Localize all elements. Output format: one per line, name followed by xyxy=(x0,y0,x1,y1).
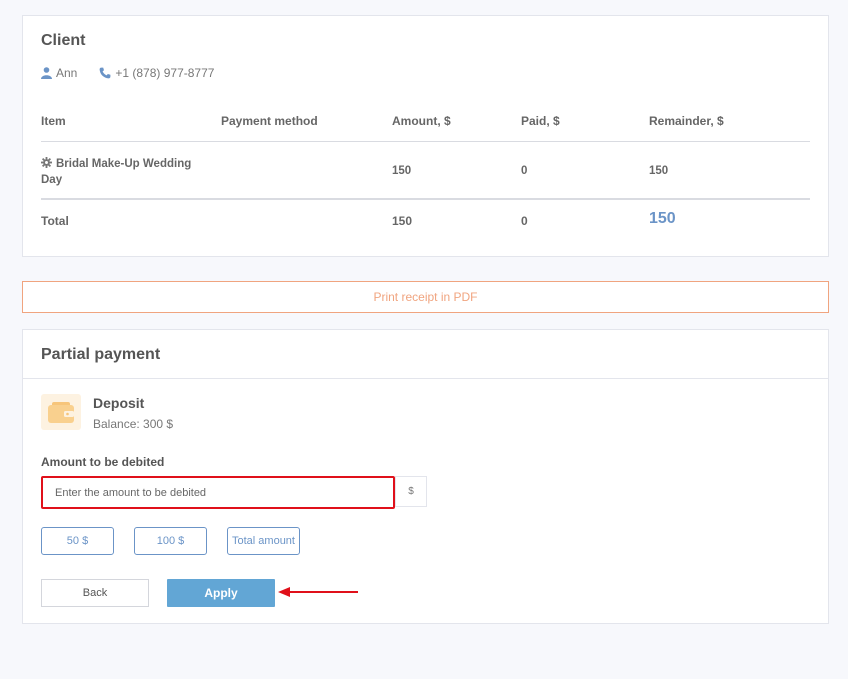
chip-100[interactable]: 100 $ xyxy=(134,527,207,555)
row-remainder: 150 xyxy=(649,165,669,177)
amount-input[interactable] xyxy=(41,476,395,509)
user-icon xyxy=(41,67,52,79)
total-amount: 150 xyxy=(392,214,413,228)
wallet-icon xyxy=(41,394,81,430)
client-phone[interactable]: +1 (878) 977-8777 xyxy=(115,66,214,80)
header-paid: Paid, $ xyxy=(521,114,560,128)
currency-addon: $ xyxy=(395,476,427,507)
gear-icon xyxy=(41,157,52,168)
back-button[interactable]: Back xyxy=(41,579,149,607)
table-total-row: Total 150 0 150 xyxy=(41,206,810,238)
row-item-label: Bridal Make-Up Wedding Day xyxy=(41,158,192,186)
row-amount: 150 xyxy=(392,165,412,177)
total-label: Total xyxy=(41,214,69,228)
table-row: Bridal Make-Up Wedding Day 150 0 150 xyxy=(41,154,810,200)
client-name: Ann xyxy=(56,66,78,80)
total-remainder: 150 xyxy=(649,210,676,227)
total-paid: 0 xyxy=(521,214,528,228)
print-receipt-button[interactable]: Print receipt in PDF xyxy=(22,281,829,313)
divider xyxy=(23,378,828,379)
phone-icon xyxy=(99,67,111,79)
row-item: Bridal Make-Up Wedding Day xyxy=(41,156,206,188)
client-contact-row: Ann +1 (878) 977-8777 xyxy=(41,66,214,80)
client-phone-group: +1 (878) 977-8777 xyxy=(99,66,214,80)
arrow-left-icon xyxy=(278,587,358,597)
deposit-title: Deposit xyxy=(93,395,145,411)
client-title: Client xyxy=(41,32,86,49)
header-amount: Amount, $ xyxy=(392,114,451,128)
table-header: Item Payment method Amount, $ Paid, $ Re… xyxy=(41,114,810,142)
deposit-balance: Balance: 300 $ xyxy=(93,417,174,431)
partial-payment-card: Partial payment Deposit Balance: 300 $ A… xyxy=(22,329,829,624)
header-item: Item xyxy=(41,114,66,128)
amount-label: Amount to be debited xyxy=(41,455,165,469)
header-remainder: Remainder, $ xyxy=(649,114,724,128)
partial-payment-title: Partial payment xyxy=(41,346,161,363)
row-paid: 0 xyxy=(521,165,528,177)
client-card: Client Ann +1 (878) 977-8777 Item Paymen… xyxy=(22,15,829,257)
header-payment-method: Payment method xyxy=(221,114,318,128)
chip-total-amount[interactable]: Total amount xyxy=(227,527,300,555)
chip-50[interactable]: 50 $ xyxy=(41,527,114,555)
apply-button[interactable]: Apply xyxy=(167,579,275,607)
